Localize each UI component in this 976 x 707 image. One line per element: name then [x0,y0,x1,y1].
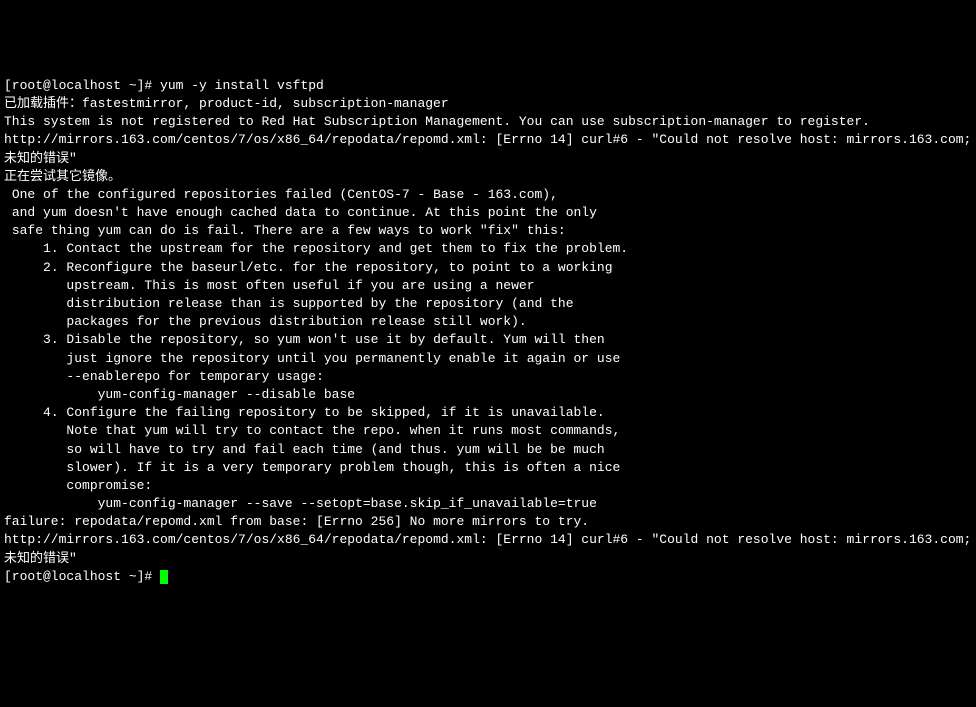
output-line: upstream. This is most often useful if y… [4,277,972,295]
cursor-icon [160,570,168,584]
output-line: --enablerepo for temporary usage: [4,368,972,386]
output-line: slower). If it is a very temporary probl… [4,459,972,477]
shell-prompt: [root@localhost ~]# [4,569,160,584]
command-line: [root@localhost ~]# yum -y install vsftp… [4,77,972,95]
output-line: 已加载插件：fastestmirror, product-id, subscri… [4,95,972,113]
output-line: 正在尝试其它镜像。 [4,168,972,186]
command-text: yum -y install vsftpd [160,78,324,93]
output-line: and yum doesn't have enough cached data … [4,204,972,222]
output-line: distribution release than is supported b… [4,295,972,313]
shell-prompt: [root@localhost ~]# [4,78,160,93]
output-line: 2. Reconfigure the baseurl/etc. for the … [4,259,972,277]
output-line: safe thing yum can do is fail. There are… [4,222,972,240]
output-line: just ignore the repository until you per… [4,350,972,368]
output-line: 4. Configure the failing repository to b… [4,404,972,422]
output-line: http://mirrors.163.com/centos/7/os/x86_6… [4,531,972,567]
output-line: yum-config-manager --disable base [4,386,972,404]
output-line: 3. Disable the repository, so yum won't … [4,331,972,349]
output-line: http://mirrors.163.com/centos/7/os/x86_6… [4,131,972,167]
cursor-line: [root@localhost ~]# [4,568,972,586]
output-line: so will have to try and fail each time (… [4,441,972,459]
output-line: yum-config-manager --save --setopt=base.… [4,495,972,513]
output-line: failure: repodata/repomd.xml from base: … [4,513,972,531]
terminal-output[interactable]: [root@localhost ~]# yum -y install vsftp… [4,77,972,616]
output-line: 1. Contact the upstream for the reposito… [4,240,972,258]
output-line: packages for the previous distribution r… [4,313,972,331]
output-line: This system is not registered to Red Hat… [4,113,972,131]
output-line: compromise: [4,477,972,495]
output-line: Note that yum will try to contact the re… [4,422,972,440]
output-line: One of the configured repositories faile… [4,186,972,204]
